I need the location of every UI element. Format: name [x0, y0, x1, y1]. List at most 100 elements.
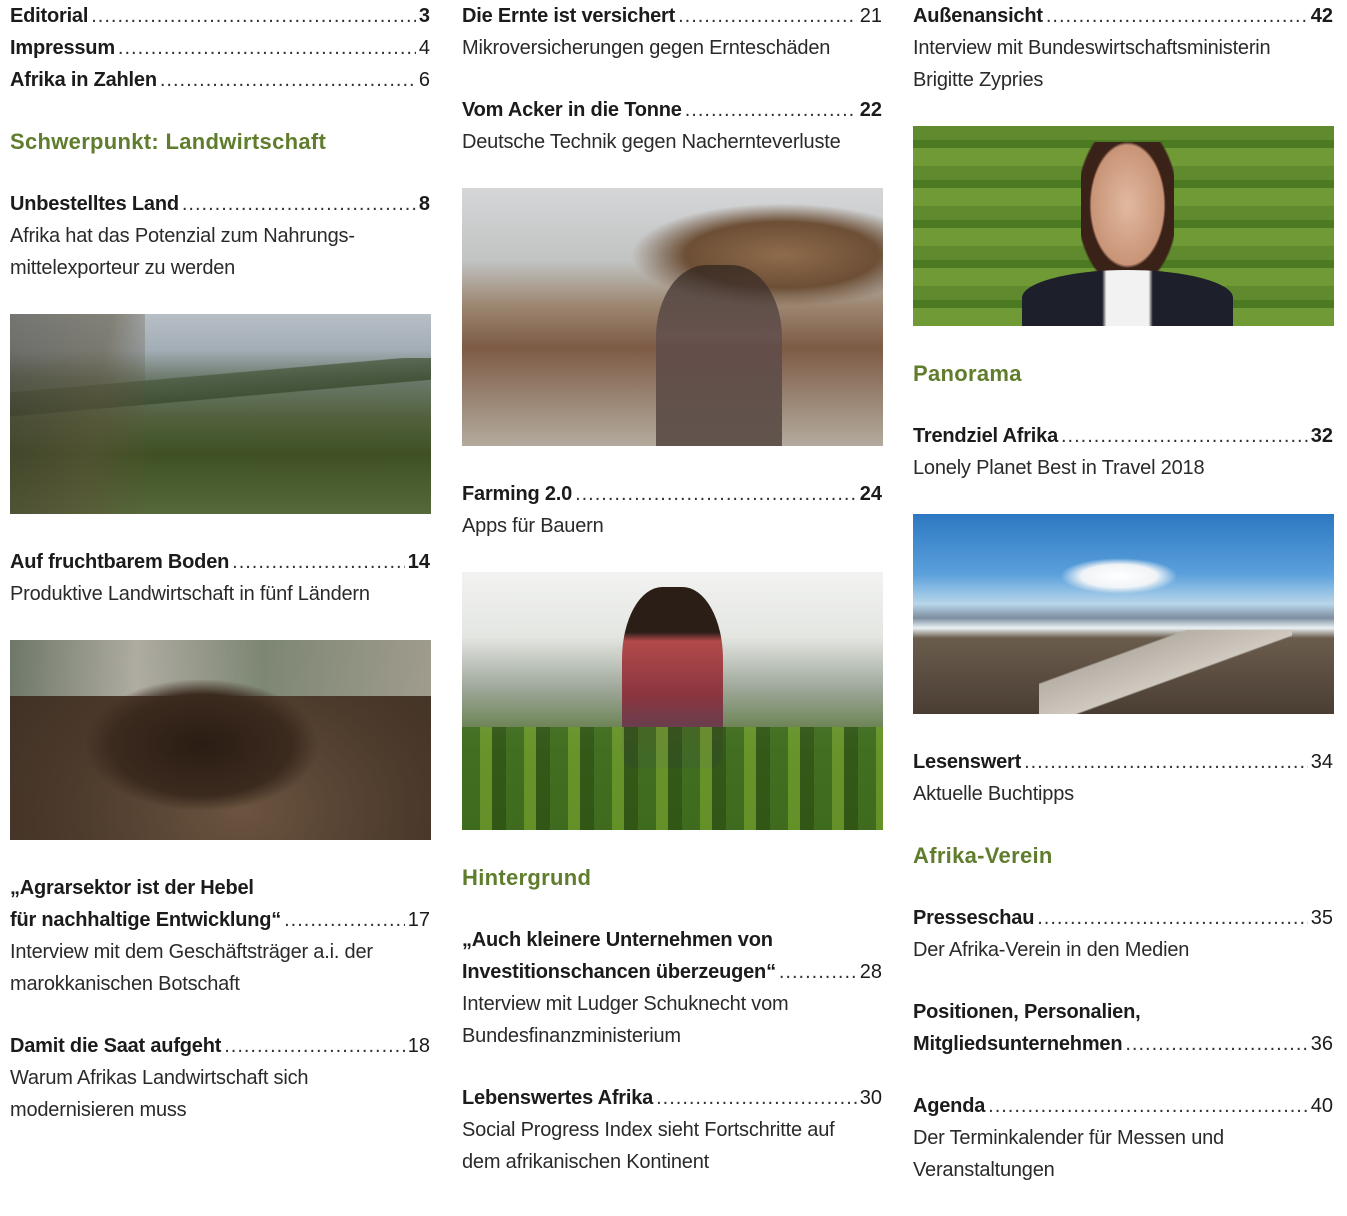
leader-dots: [160, 64, 416, 96]
entry-title: für nachhaltige Entwicklung“: [10, 909, 282, 931]
leader-dots: [1125, 1028, 1307, 1060]
entry-title: Trendziel Afrika: [913, 425, 1058, 447]
entry-title: Mitgliedsunternehmen: [913, 1033, 1123, 1055]
section-heading-hintergrund: Hintergrund: [462, 865, 592, 890]
entry-title: Positionen, Personalien,: [913, 1001, 1141, 1023]
entry-title: „Auch kleinere Unternehmen von: [462, 929, 773, 951]
entry-subtitle: Produktive Landwirtschaft in fünf Länder…: [10, 583, 370, 605]
entry-subtitle: mittelexporteur zu werden: [10, 257, 236, 279]
section-heading-afrika-verein: Afrika-Verein: [913, 843, 1053, 868]
toc-entry-trendziel-afrika[interactable]: Trendziel Afrika 32 Lonely Planet Best in…: [913, 420, 1333, 484]
entry-title: Presseschau: [913, 907, 1035, 929]
entry-subtitle: Der Terminkalender für Messen und: [913, 1127, 1224, 1149]
leader-dots: [779, 956, 857, 988]
entry-subtitle: Mikroversicherungen gegen Ernteschäden: [462, 37, 831, 59]
toc-entry-presseschau[interactable]: Presseschau 35 Der Afrika-Verein in den M…: [913, 902, 1333, 966]
leader-dots: [656, 1082, 857, 1114]
page-number: 42: [1310, 5, 1333, 27]
toc-entry-unbestelltes-land[interactable]: Unbestelltes Land 8 Afrika hat das Potenz…: [10, 188, 430, 284]
page-number: 6: [418, 69, 430, 91]
entry-title: „Agrarsektor ist der Hebel: [10, 877, 254, 899]
entry-subtitle: Lonely Planet Best in Travel 2018: [913, 457, 1205, 479]
toc-entry-editorial[interactable]: Editorial 3: [10, 0, 430, 32]
entry-subtitle: Veranstaltungen: [913, 1159, 1055, 1181]
portrait-photo: [913, 126, 1334, 326]
toc-entry-afrika-in-zahlen[interactable]: Afrika in Zahlen 6: [10, 64, 430, 96]
market-women-photo: [462, 188, 883, 446]
leader-dots: [1037, 902, 1308, 934]
toc-entry-vom-acker[interactable]: Vom Acker in die Tonne 22 Deutsche Techni…: [462, 94, 882, 158]
page-number: 14: [407, 551, 430, 573]
leader-dots: [284, 904, 405, 936]
section-heading-panorama: Panorama: [913, 361, 1022, 386]
entry-title: Außenansicht: [913, 5, 1043, 27]
entry-subtitle: Bundesfinanzministerium: [462, 1025, 681, 1047]
toc-entry-investitionschancen[interactable]: „Auch kleinere Unternehmen von Investiti…: [462, 924, 882, 1052]
entry-title: Agenda: [913, 1095, 986, 1117]
leader-dots: [232, 546, 405, 578]
entry-subtitle: Brigitte Zypries: [913, 69, 1044, 91]
toc-column-2: Die Ernte ist versichert 21 Mikroversiche…: [462, 0, 883, 1208]
entry-subtitle: modernisieren muss: [10, 1099, 187, 1121]
leader-dots: [1046, 0, 1308, 32]
entry-subtitle: Warum Afrikas Landwirtschaft sich: [10, 1067, 309, 1089]
toc-entry-agrarsektor[interactable]: „Agrarsektor ist der Hebel für nachhalti…: [10, 872, 430, 1000]
leader-dots: [988, 1090, 1308, 1122]
toc-column-1: Editorial3 Impressum4 Afrika in Zahlen6 …: [10, 0, 431, 1156]
page-number: 22: [859, 99, 882, 121]
section-heading-schwerpunkt: Schwerpunkt: Landwirtschaft: [10, 129, 327, 154]
toc-entry-die-ernte[interactable]: Die Ernte ist versichert 21 Mikroversiche…: [462, 0, 882, 64]
page-number: 30: [859, 1087, 882, 1109]
leader-dots: [1061, 420, 1308, 452]
page-number: 40: [1310, 1095, 1333, 1117]
entry-title: Unbestelltes Land: [10, 193, 179, 215]
page-number: 28: [859, 961, 882, 983]
leader-dots: [118, 32, 416, 64]
entry-subtitle: Deutsche Technik gegen Nachernteverluste: [462, 131, 841, 153]
entry-subtitle: Social Progress Index sieht Fortschritte…: [462, 1119, 835, 1141]
toc-entry-lesenswert[interactable]: Lesenswert 34 Aktuelle Buchtipps: [913, 746, 1333, 810]
toc-entry-agenda[interactable]: Agenda 40 Der Terminkalender für Messen u…: [913, 1090, 1333, 1186]
leader-dots: [182, 188, 416, 220]
page-number: 18: [407, 1035, 430, 1057]
entry-title: Impressum: [10, 37, 115, 59]
entry-subtitle: dem afrikanischen Kontinent: [462, 1151, 709, 1173]
toc-column-3: Außenansicht 42 Interview mit Bundeswirts…: [913, 0, 1334, 1216]
leader-dots: [685, 94, 857, 126]
entry-title: Die Ernte ist versichert: [462, 5, 676, 27]
toc-entry-damit-die-saat[interactable]: Damit die Saat aufgeht 18 Warum Afrikas L…: [10, 1030, 430, 1126]
toc-entry-farming-2-0[interactable]: Farming 2.0 24 Apps für Bauern: [462, 478, 882, 542]
planting-hands-photo: [10, 640, 431, 840]
page-number: 34: [1310, 751, 1333, 773]
entry-title: Vom Acker in die Tonne: [462, 99, 682, 121]
desert-road-photo: [913, 514, 1334, 714]
entry-title: Lebenswertes Afrika: [462, 1087, 654, 1109]
toc-entry-auf-fruchtbarem-boden[interactable]: Auf fruchtbarem Boden 14 Produktive Landw…: [10, 546, 430, 610]
toc-entry-lebenswertes-afrika[interactable]: Lebenswertes Afrika 30 Social Progress In…: [462, 1082, 882, 1178]
entry-title: Editorial: [10, 5, 89, 27]
leader-dots: [224, 1030, 405, 1062]
toc-entry-aussenansicht[interactable]: Außenansicht 42 Interview mit Bundeswirts…: [913, 0, 1333, 96]
entry-title: Afrika in Zahlen: [10, 69, 157, 91]
page-number: 36: [1310, 1033, 1333, 1055]
entry-subtitle: Interview mit Ludger Schuknecht vom: [462, 993, 789, 1015]
page-number: 35: [1310, 907, 1333, 929]
entry-subtitle: Der Afrika-Verein in den Medien: [913, 939, 1190, 961]
page-number: 24: [859, 483, 882, 505]
page-number: 21: [859, 5, 882, 27]
entry-subtitle: Apps für Bauern: [462, 515, 604, 537]
page-number: 32: [1310, 425, 1333, 447]
entry-title: Auf fruchtbarem Boden: [10, 551, 230, 573]
page-number: 3: [418, 5, 430, 27]
leader-dots: [678, 0, 857, 32]
toc-entry-positionen[interactable]: Positionen, Personalien, Mitgliedsuntern…: [913, 996, 1333, 1060]
entry-subtitle: Afrika hat das Potenzial zum Nahrungs-: [10, 225, 355, 247]
leader-dots: [1024, 746, 1308, 778]
entry-title: Investitionschancen überzeugen“: [462, 961, 776, 983]
landscape-photo: [10, 314, 431, 514]
page-number: 17: [407, 909, 430, 931]
entry-subtitle: Aktuelle Buchtipps: [913, 783, 1074, 805]
toc-entry-impressum[interactable]: Impressum 4: [10, 32, 430, 64]
farmer-tablet-photo: [462, 572, 883, 830]
leader-dots: [91, 0, 416, 32]
